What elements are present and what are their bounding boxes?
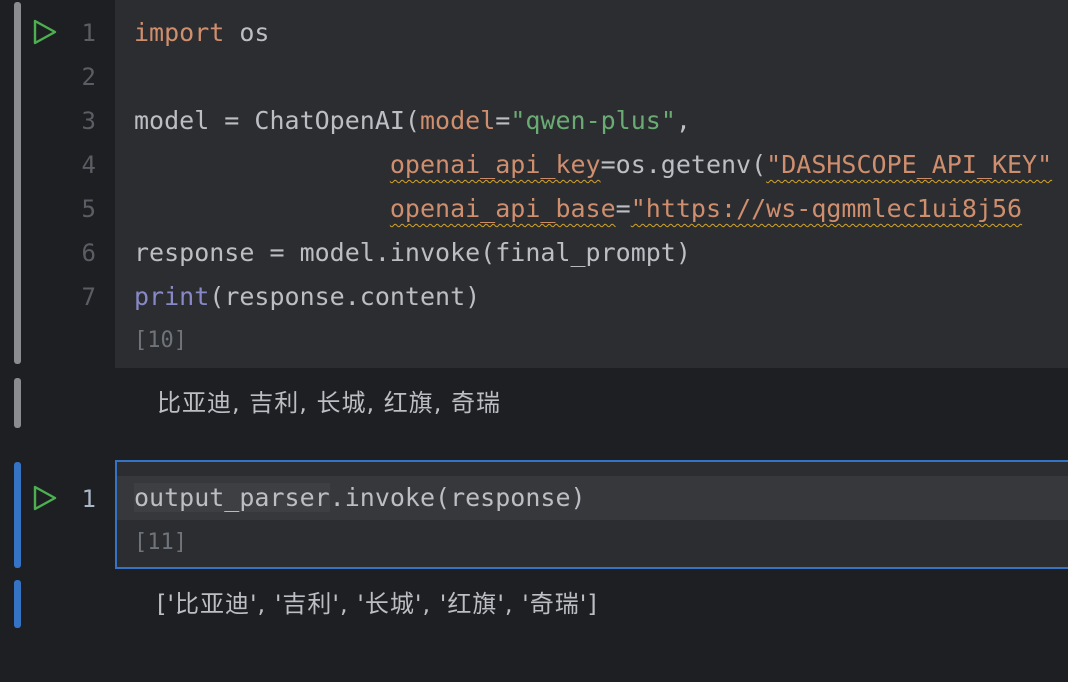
notebook-cell-2[interactable]: 1 output_parser.invoke(response) [11] ['… xyxy=(0,460,1068,682)
run-cell-2-icon[interactable] xyxy=(30,484,58,512)
code-line-7[interactable]: print(response.content) xyxy=(134,275,480,319)
cell-1-output: 比亚迪, 吉利, 长城, 红旗, 奇瑞 xyxy=(157,389,502,417)
line-number: 1 xyxy=(81,485,96,513)
cell-2-output-bar[interactable] xyxy=(14,580,21,628)
cell-1-output-bar[interactable] xyxy=(14,378,21,428)
cell-1-input-bar[interactable] xyxy=(14,2,21,364)
code-line-6[interactable]: response = model.invoke(final_prompt) xyxy=(134,231,691,275)
line-number: 7 xyxy=(81,283,96,311)
line-number: 4 xyxy=(81,151,96,179)
code-line-5[interactable]: openai_api_base="https://ws-qgmmlec1ui8j… xyxy=(134,187,1022,231)
cell-1-code-editor[interactable]: import os model = ChatOpenAI(model="qwen… xyxy=(115,0,1068,368)
code-line-3[interactable]: model = ChatOpenAI(model="qwen-plus", xyxy=(134,99,691,143)
line-number: 2 xyxy=(81,63,96,91)
execution-count: [10] xyxy=(134,328,187,353)
run-cell-1-icon[interactable] xyxy=(30,18,58,46)
cell-2-output: ['比亚迪', '吉利', '长城', '红旗', '奇瑞'] xyxy=(157,590,598,618)
code-line-4[interactable]: openai_api_key=os.getenv("DASHSCOPE_API_… xyxy=(134,143,1052,187)
line-number: 6 xyxy=(81,239,96,267)
line-number: 1 xyxy=(81,19,96,47)
notebook-cell-1[interactable]: 1 2 3 4 5 6 7 import os model = ChatOpen… xyxy=(0,0,1068,440)
line-number: 3 xyxy=(81,107,96,135)
code-line-1[interactable]: import os xyxy=(134,11,269,55)
cell-2-input-bar[interactable] xyxy=(14,462,21,568)
selected-cell-border xyxy=(115,460,1068,569)
line-number: 5 xyxy=(81,195,96,223)
